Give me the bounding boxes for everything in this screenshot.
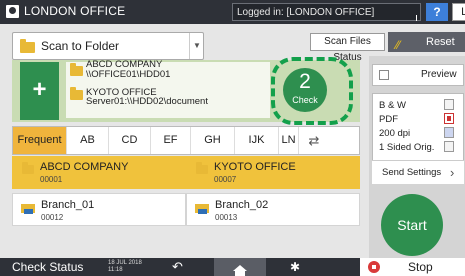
- folder-icon: [20, 39, 35, 53]
- address-entry[interactable]: KYOTO OFFICE 00007: [186, 156, 360, 189]
- send-settings-button[interactable]: Send Settings ›: [372, 160, 464, 184]
- destination-type-label: Scan to Folder: [41, 39, 120, 53]
- selected-destinations-list[interactable]: ABCD COMPANY \\OFFICE01\HDD01 KYOTO OFFI…: [66, 60, 270, 118]
- folder-icon: [196, 162, 208, 174]
- reset-button[interactable]: ⁄⁄ Reset: [388, 32, 465, 52]
- tab-ab[interactable]: AB: [67, 127, 109, 154]
- login-status: Logged in: [LONDON OFFICE]: [232, 3, 421, 21]
- selected-destination-row: Server01:\\HDD02\document: [86, 96, 208, 107]
- pdf-icon: [444, 113, 454, 124]
- stop-label: Stop: [408, 260, 433, 274]
- network-folder-icon: [195, 204, 209, 215]
- bottom-bar: Check Status 18 JUL 2018 11:18 ↶ ✱ Stop: [0, 258, 465, 276]
- send-settings-label: Send Settings: [382, 167, 442, 178]
- entry-number: 00012: [41, 213, 64, 222]
- top-status-bar: LONDON OFFICE Logged in: [LONDON OFFICE]…: [0, 0, 465, 24]
- address-book-tabs: Frequent AB CD EF GH IJK LN ⇄: [12, 126, 360, 155]
- date-time: 18 JUL 2018 11:18: [108, 260, 142, 274]
- resolution-value: 200 dpi: [379, 128, 411, 139]
- chevron-down-icon: ▼: [189, 33, 204, 59]
- logout-button[interactable]: Logout: [452, 3, 465, 21]
- screen: LONDON OFFICE Logged in: [LONDON OFFICE]…: [0, 0, 465, 276]
- stop-icon: [368, 261, 380, 273]
- highlight-callout: [271, 57, 353, 125]
- file-type-value: PDF: [379, 114, 398, 125]
- tab-frequent[interactable]: Frequent: [13, 127, 67, 154]
- reset-label: Reset: [426, 36, 455, 48]
- back-icon[interactable]: ↶: [172, 258, 183, 276]
- folder-icon: [70, 63, 83, 76]
- time-text: 11:18: [108, 267, 123, 273]
- stop-button[interactable]: Stop: [360, 258, 465, 276]
- home-icon: [233, 265, 247, 276]
- user-icon: [6, 5, 19, 18]
- home-button[interactable]: [214, 258, 266, 276]
- gear-icon[interactable]: ✱: [290, 258, 300, 276]
- tab-ln[interactable]: LN: [279, 127, 299, 154]
- entry-name: KYOTO OFFICE: [214, 161, 296, 173]
- entry-number: 00001: [40, 175, 63, 184]
- preview-label: Preview: [421, 69, 457, 80]
- address-entry[interactable]: Branch_02 00013: [186, 193, 360, 226]
- tab-ijk[interactable]: IJK: [235, 127, 279, 154]
- tab-ef[interactable]: EF: [151, 127, 191, 154]
- color-mode-value: B & W: [379, 100, 406, 111]
- tab-cd[interactable]: CD: [109, 127, 151, 154]
- network-folder-icon: [21, 204, 35, 215]
- help-button[interactable]: ?: [426, 3, 448, 21]
- eraser-icon: ⁄⁄: [396, 38, 401, 52]
- folder-icon: [22, 162, 34, 174]
- folder-icon: [70, 87, 83, 100]
- selected-destination-row: \\OFFICE01\HDD01: [86, 69, 171, 80]
- date-text: 18 JUL 2018: [108, 260, 142, 266]
- address-entry[interactable]: ABCD COMPANY 00001: [12, 156, 186, 189]
- entry-name: ABCD COMPANY: [40, 161, 129, 173]
- tab-gh[interactable]: GH: [191, 127, 235, 154]
- login-status-text: Logged in: [LONDON OFFICE]: [237, 7, 375, 18]
- resolution-icon: [444, 127, 454, 138]
- entry-number: 00007: [214, 175, 237, 184]
- preview-toggle[interactable]: Preview: [372, 64, 464, 86]
- sided-icon: [444, 141, 454, 152]
- entry-name: Branch_01: [41, 199, 95, 211]
- address-entry[interactable]: Branch_01 00012: [12, 193, 186, 226]
- add-destination-button[interactable]: +: [20, 62, 59, 120]
- switch-view-icon[interactable]: ⇄: [299, 127, 329, 154]
- scan-files-status-button[interactable]: Scan Files Status: [310, 33, 385, 63]
- entry-name: Branch_02: [215, 199, 269, 211]
- check-status-button[interactable]: Check Status: [12, 258, 83, 276]
- corner-mark-icon: [416, 15, 422, 21]
- destination-type-select[interactable]: Scan to Folder ▼: [12, 32, 204, 60]
- start-button[interactable]: Start: [381, 194, 443, 256]
- device-title: LONDON OFFICE: [24, 4, 126, 18]
- entry-number: 00013: [215, 213, 238, 222]
- color-mode-icon: [444, 99, 454, 110]
- original-value: 1 Sided Orig.: [379, 142, 435, 153]
- chevron-right-icon: ›: [450, 165, 455, 180]
